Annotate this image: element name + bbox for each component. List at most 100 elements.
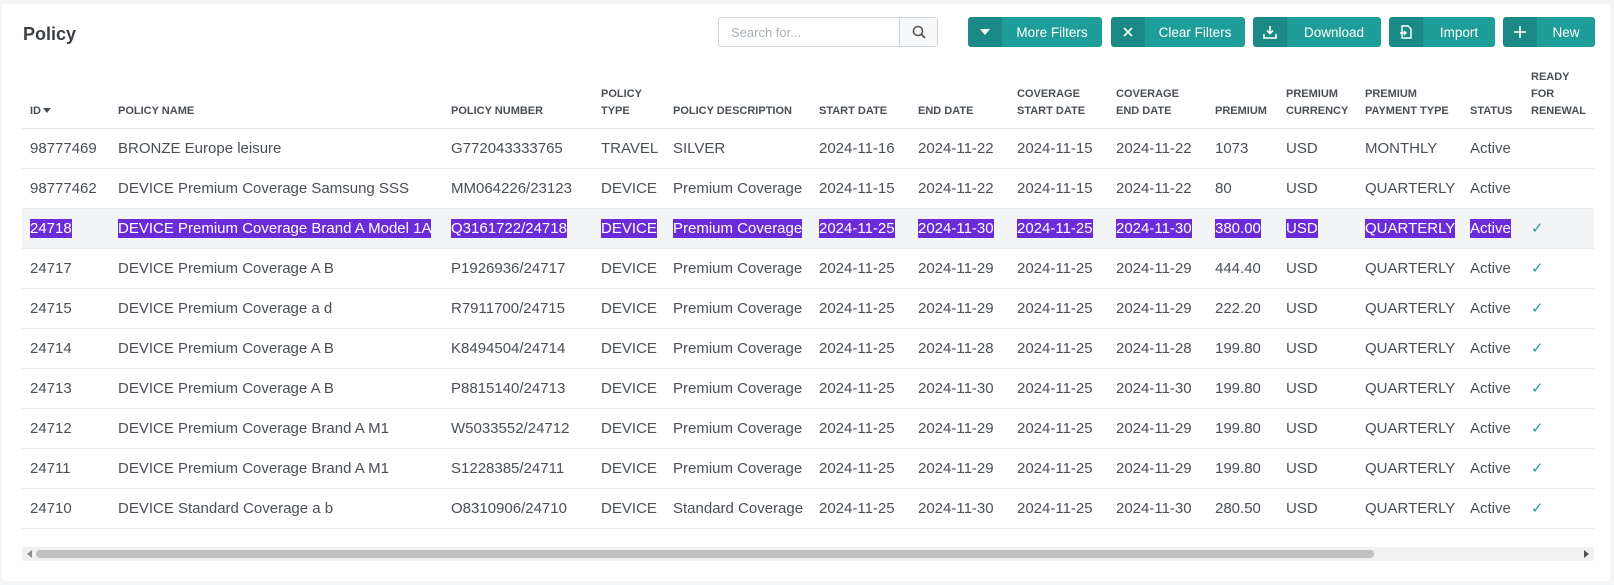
cell-value: DEVICE Premium Coverage A B (118, 339, 334, 357)
cell-value: USD (1286, 218, 1318, 238)
column-header[interactable]: STATUS (1462, 62, 1523, 129)
search-input[interactable] (719, 18, 899, 46)
cell-value: 2024-11-25 (819, 499, 895, 517)
table-row[interactable]: 24713 DEVICE Premium Coverage A B P8815140… (22, 368, 1594, 409)
column-header[interactable]: ID (22, 62, 110, 129)
table-row[interactable]: 24712 DEVICE Premium Coverage Brand A M1 W… (22, 408, 1594, 449)
table-cell: 2024-11-29 (910, 288, 1009, 329)
table-cell: USD (1278, 168, 1357, 209)
table-cell: K8494504/24714 (443, 328, 593, 369)
table-cell: 2024-11-29 (1108, 248, 1207, 289)
search-button[interactable] (899, 18, 937, 46)
table-cell: DEVICE (593, 368, 665, 409)
column-header[interactable]: PREMIUM CURRENCY (1278, 62, 1357, 129)
column-header[interactable]: COVERAGE END DATE (1108, 62, 1207, 129)
table-row[interactable]: 98777462 DEVICE Premium Coverage Samsung … (22, 168, 1594, 209)
table-cell: Premium Coverage (665, 288, 811, 329)
cell-value: USD (1286, 259, 1318, 277)
table-cell: QUARTERLY (1357, 488, 1462, 529)
table-cell: DEVICE (593, 488, 665, 529)
table-cell: 2024-11-28 (910, 328, 1009, 369)
table-cell: MM064226/23123 (443, 168, 593, 209)
cell-value: 2024-11-25 (1017, 259, 1093, 277)
cell-value: DEVICE Premium Coverage Brand A M1 (118, 419, 389, 437)
column-header[interactable]: START DATE (811, 62, 910, 129)
cell-value: 24717 (30, 259, 72, 277)
cell-value: DEVICE Premium Coverage A B (118, 379, 334, 397)
cell-value: 24710 (30, 499, 72, 517)
scrollbar-thumb[interactable] (36, 550, 1374, 558)
table-cell: 24711 (22, 448, 110, 489)
new-button[interactable]: New (1503, 17, 1595, 47)
table-cell: BRONZE Europe leisure (110, 128, 443, 169)
cell-value: DEVICE Premium Coverage Samsung SSS (118, 179, 409, 197)
cell-value: 2024-11-29 (918, 419, 994, 437)
clear-filters-button[interactable]: Clear Filters (1111, 17, 1245, 47)
table-cell: 2024-11-29 (910, 448, 1009, 489)
table-cell: 2024-11-29 (910, 408, 1009, 449)
column-header[interactable]: PREMIUM PAYMENT TYPE (1357, 62, 1462, 129)
scroll-left-icon[interactable] (27, 550, 32, 558)
horizontal-scrollbar[interactable] (22, 547, 1594, 561)
cell-value: 24712 (30, 419, 72, 437)
table-row[interactable]: 24715 DEVICE Premium Coverage a d R7911700… (22, 288, 1594, 329)
cell-value: DEVICE (601, 339, 657, 357)
table-cell: 2024-11-25 (811, 408, 910, 449)
column-header-label: COVERAGE END DATE (1116, 87, 1179, 117)
cell-value: DEVICE (601, 179, 657, 197)
cell-value: 2024-11-25 (1017, 419, 1093, 437)
table-cell: 24712 (22, 408, 110, 449)
cell-value: 2024-11-15 (1017, 139, 1093, 157)
download-button[interactable]: Download (1253, 17, 1381, 47)
table-cell: Premium Coverage (665, 448, 811, 489)
cell-value: 2024-11-25 (1017, 379, 1093, 397)
table-row[interactable]: 24714 DEVICE Premium Coverage A B K8494504… (22, 328, 1594, 369)
cell-value: QUARTERLY (1365, 299, 1456, 317)
table-cell: S1228385/24711 (443, 448, 593, 489)
cell-value: 80 (1215, 179, 1232, 197)
import-button[interactable]: Import (1389, 17, 1495, 47)
column-header[interactable]: POLICY DESCRIPTION (665, 62, 811, 129)
cell-value: O8310906/24710 (451, 499, 567, 517)
cell-value: Standard Coverage (673, 499, 804, 517)
table-row[interactable]: 24710 DEVICE Standard Coverage a b O831090… (22, 488, 1594, 529)
table-row[interactable]: 98777469 BRONZE Europe leisure G7720433337… (22, 128, 1594, 169)
table-cell: DEVICE (593, 408, 665, 449)
column-header[interactable]: POLICY TYPE (593, 62, 665, 129)
table-row[interactable]: 24711 DEVICE Premium Coverage Brand A M1 S… (22, 448, 1594, 489)
column-header[interactable]: POLICY NAME (110, 62, 443, 129)
scroll-right-icon[interactable] (1584, 550, 1589, 558)
check-icon: ✓ (1531, 500, 1544, 517)
column-header[interactable]: PREMIUM (1207, 62, 1278, 129)
more-filters-button[interactable]: More Filters (968, 17, 1102, 47)
table-cell: Active (1462, 328, 1523, 369)
cell-value: 2024-11-25 (1017, 339, 1093, 357)
table-cell: SILVER (665, 128, 811, 169)
table-cell: 199.80 (1207, 328, 1278, 369)
table-cell: Active (1462, 488, 1523, 529)
cell-value: Active (1470, 379, 1511, 397)
cell-value: Premium Coverage (673, 259, 803, 277)
cell-value: DEVICE (601, 259, 657, 277)
table-cell: 2024-11-25 (1009, 208, 1108, 249)
table-cell: USD (1278, 288, 1357, 329)
cell-value: DEVICE (601, 419, 657, 437)
column-header[interactable]: POLICY NUMBER (443, 62, 593, 129)
table-cell: Active (1462, 448, 1523, 489)
table-row[interactable]: 24718 DEVICE Premium Coverage Brand A Mod… (22, 208, 1594, 249)
cell-value: 2024-11-30 (1116, 218, 1192, 238)
table-cell (1523, 168, 1594, 209)
sort-desc-icon (43, 108, 51, 114)
column-header[interactable]: END DATE (910, 62, 1009, 129)
column-header[interactable]: READY FOR RENEWAL (1523, 62, 1594, 129)
table-cell: MONTHLY (1357, 128, 1462, 169)
table-cell: 2024-11-25 (1009, 488, 1108, 529)
cell-value: MM064226/23123 (451, 179, 572, 197)
cell-value: QUARTERLY (1365, 218, 1456, 238)
column-header[interactable]: COVERAGE START DATE (1009, 62, 1108, 129)
search-icon (912, 25, 926, 39)
check-icon: ✓ (1531, 340, 1544, 357)
cell-value: Active (1470, 259, 1511, 277)
table-cell: DEVICE Standard Coverage a b (110, 488, 443, 529)
table-row[interactable]: 24717 DEVICE Premium Coverage A B P1926936… (22, 248, 1594, 289)
